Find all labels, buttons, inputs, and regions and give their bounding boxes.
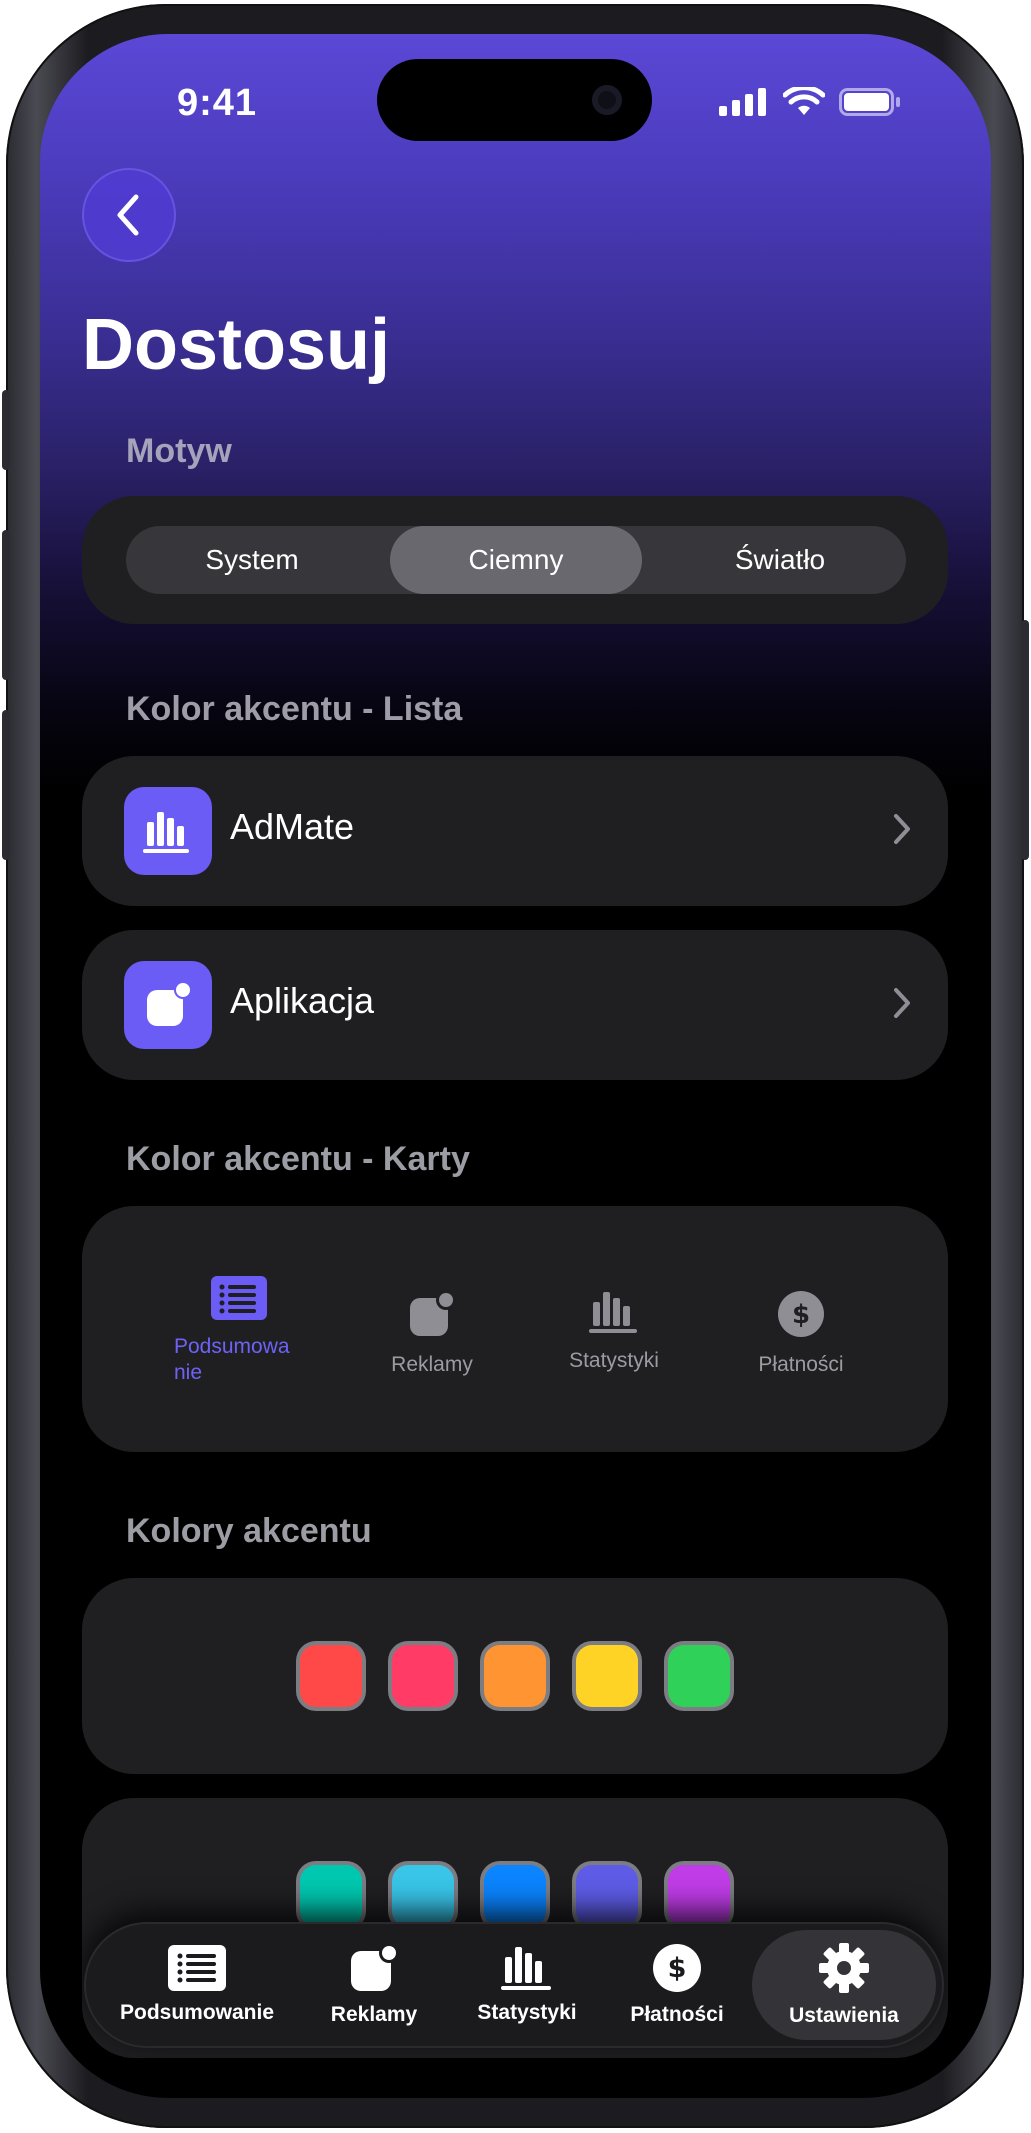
tab-bar: Podsumowanie Reklamy Statystyki $ Płatno… xyxy=(84,1922,944,2048)
svg-text:$: $ xyxy=(792,1300,810,1330)
chart-bars-icon xyxy=(124,787,212,875)
app-badge-icon xyxy=(124,961,212,1049)
dollar-icon: $ xyxy=(653,1944,701,1992)
chart-bars-icon xyxy=(501,1947,551,1990)
screen: 9:41 Dostosuj Motyw System Ciemny Światł… xyxy=(40,34,991,2098)
color-swatch-pink[interactable] xyxy=(392,1645,454,1707)
accent-colors-section-label: Kolory akcentu xyxy=(126,1512,372,1550)
tab-label: Podsumowanie xyxy=(119,2001,275,2024)
list-item-label: Aplikacja xyxy=(230,980,375,1021)
swatch-row-2 xyxy=(82,1865,948,1927)
color-swatch-red[interactable] xyxy=(300,1645,362,1707)
side-button-silent xyxy=(2,390,10,470)
side-button-volume-down xyxy=(2,710,10,860)
side-button-power xyxy=(1021,620,1029,860)
card-option-platnosci[interactable]: $ Płatności xyxy=(716,1290,886,1378)
chevron-right-icon xyxy=(894,988,910,1018)
theme-option-system[interactable]: System xyxy=(126,526,378,594)
theme-segmented-control: System Ciemny Światło xyxy=(126,526,906,594)
card-option-statystyki[interactable]: Statystyki xyxy=(529,1290,699,1374)
accent-cards-card: Podsumowa nie Reklamy Statystyki $ Płatn… xyxy=(82,1206,948,1452)
color-swatch-blue[interactable] xyxy=(484,1865,546,1927)
tab-label: Reklamy xyxy=(330,2003,418,2026)
theme-card: System Ciemny Światło xyxy=(82,496,948,624)
list-item-admate[interactable]: AdMate xyxy=(82,756,948,906)
svg-text:$: $ xyxy=(668,1953,687,1984)
back-button[interactable] xyxy=(82,168,176,262)
page-title: Dostosuj xyxy=(82,305,391,385)
card-option-podsumowanie[interactable]: Podsumowa nie xyxy=(154,1276,324,1386)
color-swatch-indigo[interactable] xyxy=(576,1865,638,1927)
app-badge-icon xyxy=(410,1290,456,1336)
side-button-volume-up xyxy=(2,530,10,680)
tab-podsumowanie[interactable]: Podsumowanie xyxy=(112,1922,282,2048)
color-swatch-green[interactable] xyxy=(668,1645,730,1707)
accent-list-section-label: Kolor akcentu - Lista xyxy=(126,690,463,728)
accent-cards-section-label: Kolor akcentu - Karty xyxy=(126,1140,470,1178)
list-icon xyxy=(168,1945,226,1991)
tab-label: Płatności xyxy=(630,2003,724,2026)
camera-icon xyxy=(592,85,622,115)
status-time: 9:41 xyxy=(177,82,258,124)
card-option-label: Podsumowa nie xyxy=(174,1335,290,1384)
list-item-aplikacja[interactable]: Aplikacja xyxy=(82,930,948,1080)
card-option-label: Statystyki xyxy=(569,1349,659,1372)
chevron-right-icon xyxy=(894,814,910,844)
swatch-row-1 xyxy=(82,1645,948,1707)
tab-reklamy[interactable]: Reklamy xyxy=(312,1922,436,2048)
tab-platnosci[interactable]: $ Płatności xyxy=(614,1922,740,2048)
card-option-label: Reklamy xyxy=(391,1353,473,1376)
accent-colors-card-1 xyxy=(82,1578,948,1774)
color-swatch-orange[interactable] xyxy=(484,1645,546,1707)
app-badge-icon xyxy=(351,1943,399,1991)
status-icons xyxy=(719,87,901,117)
card-option-label: Płatności xyxy=(758,1353,844,1376)
theme-option-light[interactable]: Światło xyxy=(654,526,906,594)
chevron-left-icon xyxy=(117,194,139,236)
list-item-label: AdMate xyxy=(230,806,355,847)
list-icon xyxy=(211,1276,267,1320)
theme-section-label: Motyw xyxy=(126,432,232,470)
gear-icon xyxy=(819,1943,869,1993)
color-swatch-cyan[interactable] xyxy=(392,1865,454,1927)
wifi-icon xyxy=(783,87,825,115)
color-swatch-purple[interactable] xyxy=(668,1865,730,1927)
color-swatch-yellow[interactable] xyxy=(576,1645,638,1707)
signal-icon xyxy=(719,88,766,116)
dynamic-island xyxy=(377,59,652,141)
theme-option-dark[interactable]: Ciemny xyxy=(390,526,642,594)
battery-icon xyxy=(839,88,900,116)
tab-label: Ustawienia xyxy=(789,2004,899,2027)
tab-ustawienia[interactable]: Ustawienia xyxy=(752,1930,936,2040)
color-swatch-teal[interactable] xyxy=(300,1865,362,1927)
tab-label: Statystyki xyxy=(477,2001,577,2024)
card-option-reklamy[interactable]: Reklamy xyxy=(347,1290,517,1378)
dollar-icon: $ xyxy=(778,1291,824,1337)
chart-bars-icon xyxy=(589,1292,637,1333)
tab-statystyki[interactable]: Statystyki xyxy=(459,1922,595,2048)
